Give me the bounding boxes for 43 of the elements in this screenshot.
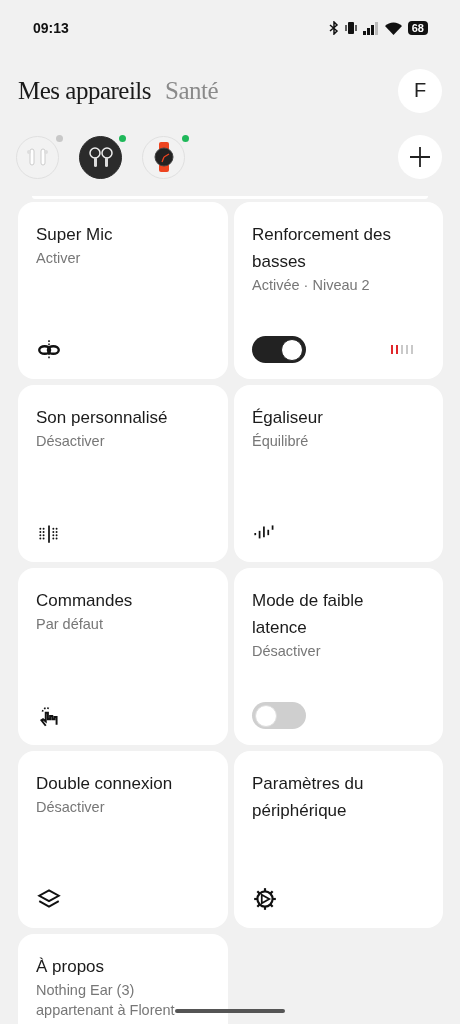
settings-card[interactable]: Paramètres du périphérique — [234, 751, 443, 928]
plus-icon — [409, 146, 431, 168]
card-subtitle: Désactiver — [36, 798, 106, 817]
card-subtitle: Équilibré — [252, 432, 310, 451]
settings-card[interactable]: Commandes Par défaut — [18, 568, 228, 745]
gear-icon — [252, 886, 278, 912]
card-subtitle: Par défaut — [36, 615, 104, 634]
card-subtitle: Activée · Niveau 2 — [252, 276, 371, 295]
card-title: À propos — [36, 956, 106, 978]
settings-card[interactable]: Double connexion Désactiver — [18, 751, 228, 928]
card-title: Renforcement des basses — [252, 224, 392, 273]
add-device-button[interactable] — [398, 135, 442, 179]
wifi-icon — [384, 21, 402, 35]
card-title: Paramètres du périphérique — [252, 773, 365, 822]
card-title: Commandes — [36, 590, 134, 612]
settings-card[interactable]: À propos Nothing Ear (3) appartenant à Florent — [18, 934, 228, 1024]
card-subtitle: Nothing Ear (3) — [36, 981, 136, 1000]
card-note: appartenant à Florent — [36, 1001, 176, 1020]
toggle-switch[interactable] — [252, 336, 306, 363]
watch-icon — [152, 142, 175, 172]
card-subtitle: Activer — [36, 249, 82, 268]
vibrate-icon — [344, 21, 357, 35]
settings-card[interactable]: Super Mic Activer — [18, 202, 228, 379]
card-title: Son personnalisé — [36, 407, 169, 429]
settings-card[interactable]: Mode de faible latence Désactiver — [234, 568, 443, 745]
battery-indicator: 68 — [407, 21, 428, 35]
bluetooth-icon — [328, 21, 339, 35]
status-time: 09:13 — [33, 20, 69, 36]
card-title: Égaliseur — [252, 407, 324, 429]
earbuds-icon — [86, 146, 115, 168]
card-subtitle: Désactiver — [36, 432, 106, 451]
settings-card[interactable]: Son personnalisé Désactiver — [18, 385, 228, 562]
tab[interactable]: Mes appareils — [18, 76, 152, 105]
card-title: Double connexion — [36, 773, 174, 795]
card-title: Super Mic — [36, 224, 114, 246]
settings-card[interactable]: Renforcement des basses Activée · Niveau 2 — [234, 202, 443, 379]
signal-icon — [362, 21, 379, 35]
earbuds-icon — [24, 146, 51, 168]
card-subtitle: Désactiver — [252, 642, 322, 661]
toggle-switch[interactable] — [252, 702, 306, 729]
card-title: Mode de faible latence — [252, 590, 365, 639]
settings-card[interactable]: Égaliseur Équilibré — [234, 385, 443, 562]
profile-avatar[interactable]: F — [398, 68, 442, 113]
